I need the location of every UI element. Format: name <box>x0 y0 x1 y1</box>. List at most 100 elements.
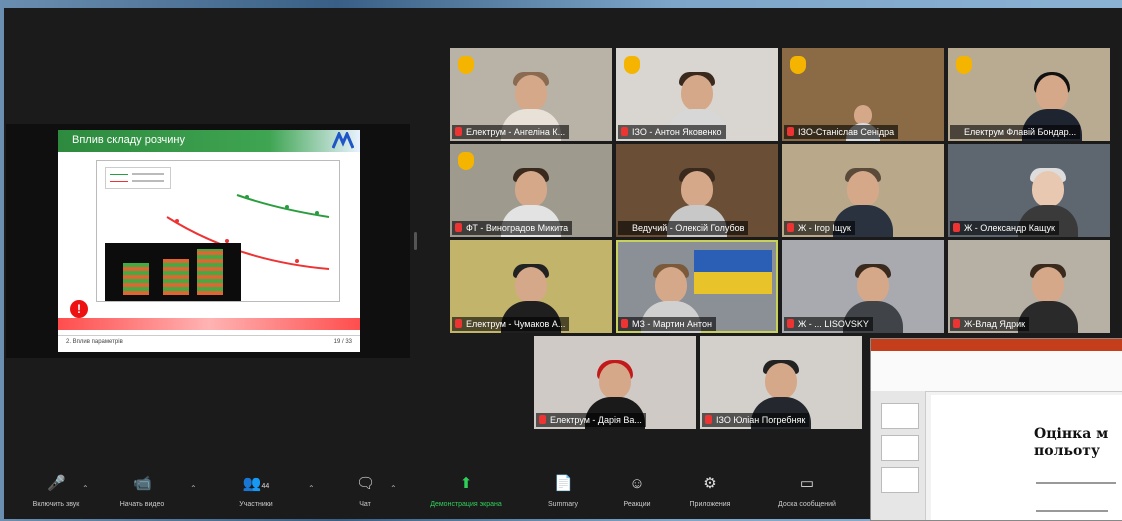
summary-button[interactable]: 📄 Summary <box>540 475 586 509</box>
summary-icon: 📄 <box>554 475 573 492</box>
video-options-caret[interactable]: ⌃ <box>190 484 197 493</box>
mic-muted-icon <box>539 415 546 424</box>
participant-tile[interactable]: Електрум - Ангеліна К... <box>450 48 612 141</box>
mic-muted-icon <box>787 223 794 232</box>
raised-hand-icon <box>790 56 806 74</box>
mic-muted-icon <box>705 415 712 424</box>
slide-footer-left: 2. Вплив параметрів <box>66 339 123 345</box>
unmute-label: Включить звук <box>32 501 80 508</box>
ppt-slide-title: Оцінка м польоту <box>1034 426 1108 460</box>
share-screen-button[interactable]: ⬆ Демонстрация экрана <box>408 475 524 509</box>
flag-background <box>694 250 772 294</box>
slide-red-banner <box>58 318 360 330</box>
participant-tile-active-speaker[interactable]: МЗ - Мартин Антон <box>616 240 778 333</box>
participant-tile[interactable]: Електрум Флавій Бондар... <box>948 48 1110 141</box>
mic-muted-icon <box>455 127 462 136</box>
slide-thumbnail[interactable] <box>881 435 919 461</box>
warning-icon: ! <box>70 300 88 318</box>
participant-name: Електрум - Ангеліна К... <box>452 125 570 139</box>
participant-tile[interactable]: Електрум - Дарія Ва... <box>534 336 696 429</box>
slide-chart <box>96 160 340 302</box>
slide-footer: 2. Вплив параметрів 19 / 33 <box>58 335 360 352</box>
mic-muted-icon <box>953 319 960 328</box>
presentation-slide: Вплив складу розчину ! 2. Вплив параметр… <box>58 130 360 352</box>
chart-inset-image <box>105 243 241 301</box>
slide-header: Вплив складу розчину <box>58 130 360 152</box>
participant-name: ІЗО - Антон Яковенко <box>618 125 726 139</box>
audio-options-caret[interactable]: ⌃ <box>82 484 89 493</box>
participant-name: Електрум Флавій Бондар... <box>950 125 1081 139</box>
whiteboard-button[interactable]: ▭ Доска сообщений <box>762 475 852 509</box>
ppt-text-line <box>1036 482 1116 484</box>
participant-name: Електрум - Дарія Ва... <box>536 413 646 427</box>
raised-hand-icon <box>956 56 972 74</box>
summary-label: Summary <box>548 501 578 508</box>
slide-thumbnails-panel[interactable] <box>871 391 926 520</box>
raised-hand-icon <box>458 56 474 74</box>
slide-page-number: 19 / 33 <box>333 339 352 345</box>
participant-tile[interactable]: Ж-Влад Ядрик <box>948 240 1110 333</box>
mic-muted-icon <box>787 319 794 328</box>
whiteboard-icon: ▭ <box>799 475 815 492</box>
share-screen-label: Демонстрация экрана <box>430 501 502 508</box>
slide-title: Вплив складу розчину <box>72 134 185 146</box>
split-view-handle[interactable] <box>414 232 417 250</box>
participant-tile[interactable]: ІЗО - Антон Яковенко <box>616 48 778 141</box>
participants-label: Участники <box>239 501 273 508</box>
raised-hand-icon <box>458 152 474 170</box>
participant-name: ФТ - Виноградов Микита <box>452 221 573 235</box>
participant-tile[interactable]: Ж - Ігор Іщук <box>782 144 944 237</box>
ppt-title-line1: Оцінка м <box>1034 426 1109 442</box>
powerpoint-ribbon <box>871 351 1122 392</box>
participants-button[interactable]: 👥44 Участники <box>228 475 284 509</box>
participant-name: Ж - Олександр Кащук <box>950 221 1059 235</box>
unmute-button[interactable]: 🎤 Включить звук <box>28 475 84 509</box>
ppt-title-line2: польоту <box>1034 443 1100 459</box>
apps-icon: ⚙ <box>703 475 717 492</box>
video-off-icon: 📹 <box>133 475 152 492</box>
apps-label: Приложения <box>689 501 731 508</box>
chat-icon: 🗨 <box>356 475 376 492</box>
start-video-button[interactable]: 📹 Начать видео <box>112 475 172 509</box>
participant-name: ІЗО-Станіслав Сенідра <box>784 125 899 139</box>
participant-name: Електрум - Чумаков А... <box>452 317 570 331</box>
shared-screen-view[interactable]: Вплив складу розчину ! 2. Вплив параметр… <box>6 124 410 358</box>
participants-options-caret[interactable]: ⌃ <box>308 484 315 493</box>
meeting-toolbar: 🎤 Включить звук ⌃ 📹 Начать видео ⌃ 👥44 У… <box>4 470 870 519</box>
mic-muted-icon <box>953 223 960 232</box>
participant-tile[interactable]: Ж - Олександр Кащук <box>948 144 1110 237</box>
raised-hand-icon <box>624 56 640 74</box>
participant-tile[interactable]: ІЗО-Станіслав Сенідра <box>782 48 944 141</box>
participant-tile[interactable]: ІЗО Юліан Погребняк <box>700 336 862 429</box>
participants-count: 44 <box>261 483 270 490</box>
slide-thumbnail[interactable] <box>881 467 919 493</box>
participant-tile[interactable]: ФТ - Виноградов Микита <box>450 144 612 237</box>
reactions-button[interactable]: ☺ Реакции <box>614 475 660 509</box>
ppt-text-line <box>1036 510 1108 512</box>
mic-muted-icon <box>455 223 462 232</box>
mic-muted-icon <box>455 319 462 328</box>
participant-name: Ж - Ігор Іщук <box>784 221 855 235</box>
participant-tile[interactable]: Електрум - Чумаков А... <box>450 240 612 333</box>
chat-button[interactable]: 🗨 Чат <box>350 475 380 509</box>
mic-muted-icon <box>787 127 794 136</box>
slide-thumbnail[interactable] <box>881 403 919 429</box>
chat-options-caret[interactable]: ⌃ <box>390 484 397 493</box>
chat-label: Чат <box>359 501 371 508</box>
participant-name: ІЗО Юліан Погребняк <box>702 413 810 427</box>
participant-tile[interactable]: Ведучий - Олексій Голубов <box>616 144 778 237</box>
reactions-label: Реакции <box>623 501 651 508</box>
powerpoint-titlebar <box>871 339 1122 351</box>
mic-muted-icon <box>621 127 628 136</box>
apps-button[interactable]: ⚙ Приложения <box>680 475 740 509</box>
microphone-muted-icon: 🎤 <box>47 475 66 492</box>
participant-name: Ж - ... LISOVSKY <box>784 317 873 331</box>
reactions-icon: ☺ <box>629 475 645 492</box>
share-screen-icon: ⬆ <box>459 475 473 492</box>
whiteboard-label: Доска сообщений <box>778 501 836 508</box>
participants-icon: 👥44 <box>242 475 270 492</box>
university-logo <box>332 132 354 149</box>
start-video-label: Начать видео <box>119 501 165 508</box>
mic-muted-icon <box>621 319 628 328</box>
participant-tile[interactable]: Ж - ... LISOVSKY <box>782 240 944 333</box>
